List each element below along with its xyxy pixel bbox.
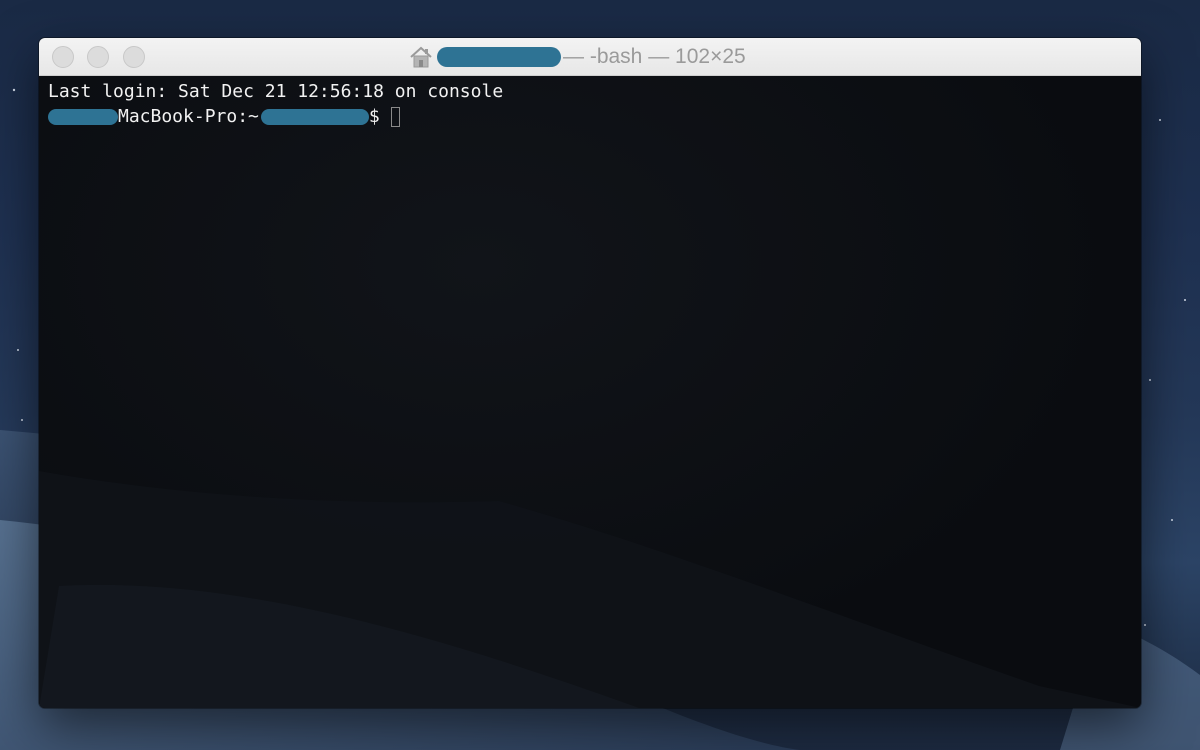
title-bar[interactable]: — -bash — 102×25 [39, 38, 1141, 76]
redacted-username [437, 47, 561, 67]
wallpaper-through-window [39, 471, 1141, 708]
house-icon [410, 46, 432, 68]
close-button[interactable] [52, 46, 74, 68]
prompt-host: MacBook-Pro:~ [118, 106, 259, 127]
prompt-line: MacBook-Pro:~ $ [48, 106, 400, 128]
text-cursor [390, 107, 400, 127]
window-title: — -bash — 102×25 [409, 38, 746, 76]
title-text: — -bash — 102×25 [563, 45, 746, 68]
last-login-line: Last login: Sat Dec 21 12:56:18 on conso… [48, 81, 504, 102]
redacted-hostname [48, 109, 118, 125]
minimize-button[interactable] [87, 46, 109, 68]
terminal-window[interactable]: — -bash — 102×25 Last login: Sat Dec 21 … [39, 38, 1141, 708]
terminal-output[interactable]: Last login: Sat Dec 21 12:56:18 on conso… [39, 76, 1141, 708]
redacted-user [260, 109, 369, 125]
prompt-symbol: $ [368, 106, 380, 127]
zoom-button[interactable] [123, 46, 145, 68]
